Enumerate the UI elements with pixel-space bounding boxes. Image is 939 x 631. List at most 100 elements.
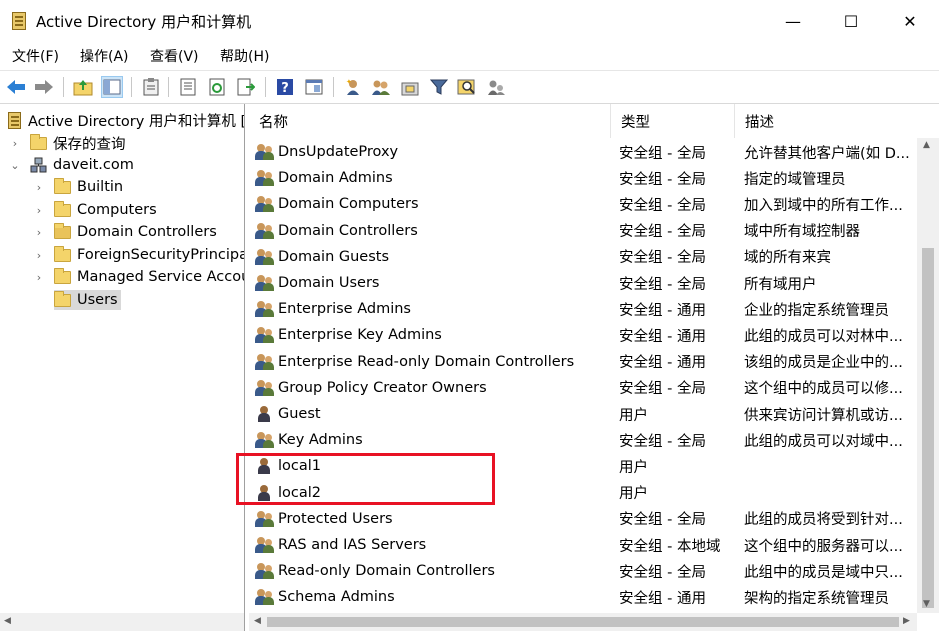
menu-file[interactable]: 文件(F) [12,46,59,66]
chevron-right-icon[interactable]: › [34,249,44,262]
table-row[interactable]: RAS and IAS Servers 安全组 - 本地域 这个组中的服务器可以..… [249,532,911,558]
back-icon[interactable] [5,76,27,98]
new-ou-icon[interactable] [399,76,421,98]
row-name: Key Admins [278,432,363,449]
table-row[interactable]: Schema Admins 安全组 - 通用 架构的指定系统管理员 [249,584,911,610]
horizontal-scrollbar[interactable]: ◀ ▶ [249,613,917,631]
scroll-up-icon[interactable]: ▲ [923,140,930,150]
table-row[interactable]: Protected Users 安全组 - 全局 此组的成员将受到针对... [249,506,911,532]
export-list-icon[interactable] [235,76,257,98]
up-folder-icon[interactable] [72,76,94,98]
tree-item-users[interactable]: Users [54,289,121,311]
chevron-right-icon[interactable]: › [34,271,44,284]
table-row[interactable]: Enterprise Admins 安全组 - 通用 企业的指定系统管理员 [249,296,911,322]
cell-type: 用户 [619,459,648,476]
toolbar-separator [265,77,266,97]
row-name: Domain Admins [278,170,393,187]
table-row[interactable]: Enterprise Key Admins 安全组 - 通用 此组的成员可以对林中.… [249,322,911,348]
add-to-group-icon[interactable] [485,76,507,98]
refresh-icon[interactable] [206,76,228,98]
new-user-icon[interactable]: ✦ [342,76,364,98]
chevron-right-icon[interactable]: › [34,181,44,194]
show-tree-icon[interactable] [101,76,123,98]
minimize-button[interactable]: — [764,0,822,42]
chevron-right-icon[interactable]: › [10,137,20,150]
table-row[interactable]: Domain Admins 安全组 - 全局 指定的域管理员 [249,165,911,191]
vertical-scrollbar[interactable]: ▲ ▼ [917,138,939,613]
filter-icon[interactable] [428,76,450,98]
ad-app-icon [12,12,26,30]
toolbar-separator [333,77,334,97]
console-tree: Active Directory 用户和计算机 [ › 保存的查询 ⌄ dave… [0,104,245,631]
new-group-icon[interactable] [370,76,392,98]
cell-name: Domain Controllers [255,218,605,244]
menu-help[interactable]: 帮助(H) [220,46,269,66]
scroll-left-icon[interactable]: ◀ [4,616,11,626]
cell-name: Protected Users [255,506,605,532]
scroll-thumb[interactable] [267,617,899,627]
chevron-right-icon[interactable]: › [34,204,44,217]
folder-icon [54,200,71,217]
table-row[interactable]: Domain Controllers 安全组 - 全局 域中所有域控制器 [249,218,911,244]
cell-type: 安全组 - 全局 [619,433,706,450]
properties-icon[interactable] [177,76,199,98]
cell-type: 安全组 - 本地域 [619,538,721,555]
console-icon[interactable] [303,76,325,98]
row-name: Domain Guests [278,248,390,265]
group-icon [255,588,275,606]
tree-root[interactable]: Active Directory 用户和计算机 [ [8,109,244,131]
cell-description: 此组的成员可以对林中... [744,328,903,345]
row-name: Enterprise Admins [278,301,411,318]
column-header-description[interactable]: 描述 [735,104,911,138]
cell-type: 安全组 - 通用 [619,355,706,372]
scroll-right-icon[interactable]: ▶ [903,616,910,626]
cell-type: 安全组 - 全局 [619,197,706,214]
table-row[interactable]: Guest 用户 供来宾访问计算机或访... [249,401,911,427]
tree-item-domain-controllers[interactable]: › Domain Controllers [34,221,217,243]
scroll-left-icon[interactable]: ◀ [254,616,261,626]
menu-view[interactable]: 查看(V) [150,46,199,66]
ad-snapin-icon [8,111,21,129]
cell-type: 用户 [619,486,648,503]
tree-horizontal-scrollbar[interactable]: ◀ [0,613,244,631]
folder-icon [54,290,71,307]
find-icon[interactable] [456,76,478,98]
highlight-annotation [236,453,495,505]
cell-name: Domain Guests [255,244,605,270]
scroll-thumb[interactable] [922,248,934,608]
tree-item-managed-service-accounts[interactable]: › Managed Service Accou [34,266,244,288]
forward-icon[interactable] [33,76,55,98]
chevron-down-icon[interactable]: ⌄ [10,159,20,172]
maximize-button[interactable]: ☐ [822,0,880,42]
cell-description: 域中所有域控制器 [744,224,860,241]
table-row[interactable]: Read-only Domain Controllers 安全组 - 全局 此组中的… [249,558,911,584]
cell-type: 安全组 - 全局 [619,564,706,581]
tree-item-saved-queries[interactable]: › 保存的查询 [10,132,126,154]
clipboard-icon[interactable] [140,76,162,98]
menu-action[interactable]: 操作(A) [80,46,129,66]
details-pane: 名称 类型 描述 DnsUpdateProxy 安全组 - 全局 允许替其他客户端(… [249,104,939,631]
column-header-type[interactable]: 类型 [611,104,735,138]
cell-description: 此组的成员可以对域中... [744,433,903,450]
cell-type: 安全组 - 通用 [619,590,706,607]
cell-name: Enterprise Read-only Domain Controllers [255,349,605,375]
cell-description: 加入到域中的所有工作... [744,197,903,214]
tree-item-builtin[interactable]: › Builtin [34,176,123,198]
table-row[interactable]: Key Admins 安全组 - 全局 此组的成员可以对域中... [249,427,911,453]
tree-item-domain[interactable]: ⌄ daveit.com [10,154,134,176]
close-button[interactable]: ✕ [881,0,939,42]
table-row[interactable]: Enterprise Read-only Domain Controllers 安… [249,349,911,375]
table-row[interactable]: Domain Computers 安全组 - 全局 加入到域中的所有工作... [249,191,911,217]
table-row[interactable]: DnsUpdateProxy 安全组 - 全局 允许替其他客户端(如 D... [249,139,911,165]
cell-description: 供来宾访问计算机或访... [744,407,903,424]
chevron-right-icon[interactable]: › [34,226,44,239]
row-name: Schema Admins [278,589,395,606]
scroll-down-icon[interactable]: ▼ [923,599,930,609]
table-row[interactable]: Group Policy Creator Owners 安全组 - 全局 这个组中的… [249,375,911,401]
tree-item-foreign-security-principals[interactable]: › ForeignSecurityPrincipal [34,244,244,266]
help-icon[interactable]: ? [274,76,296,98]
tree-item-computers[interactable]: › Computers [34,199,157,221]
table-row[interactable]: Domain Guests 安全组 - 全局 域的所有来宾 [249,244,911,270]
table-row[interactable]: Domain Users 安全组 - 全局 所有域用户 [249,270,911,296]
column-header-name[interactable]: 名称 [249,104,611,138]
